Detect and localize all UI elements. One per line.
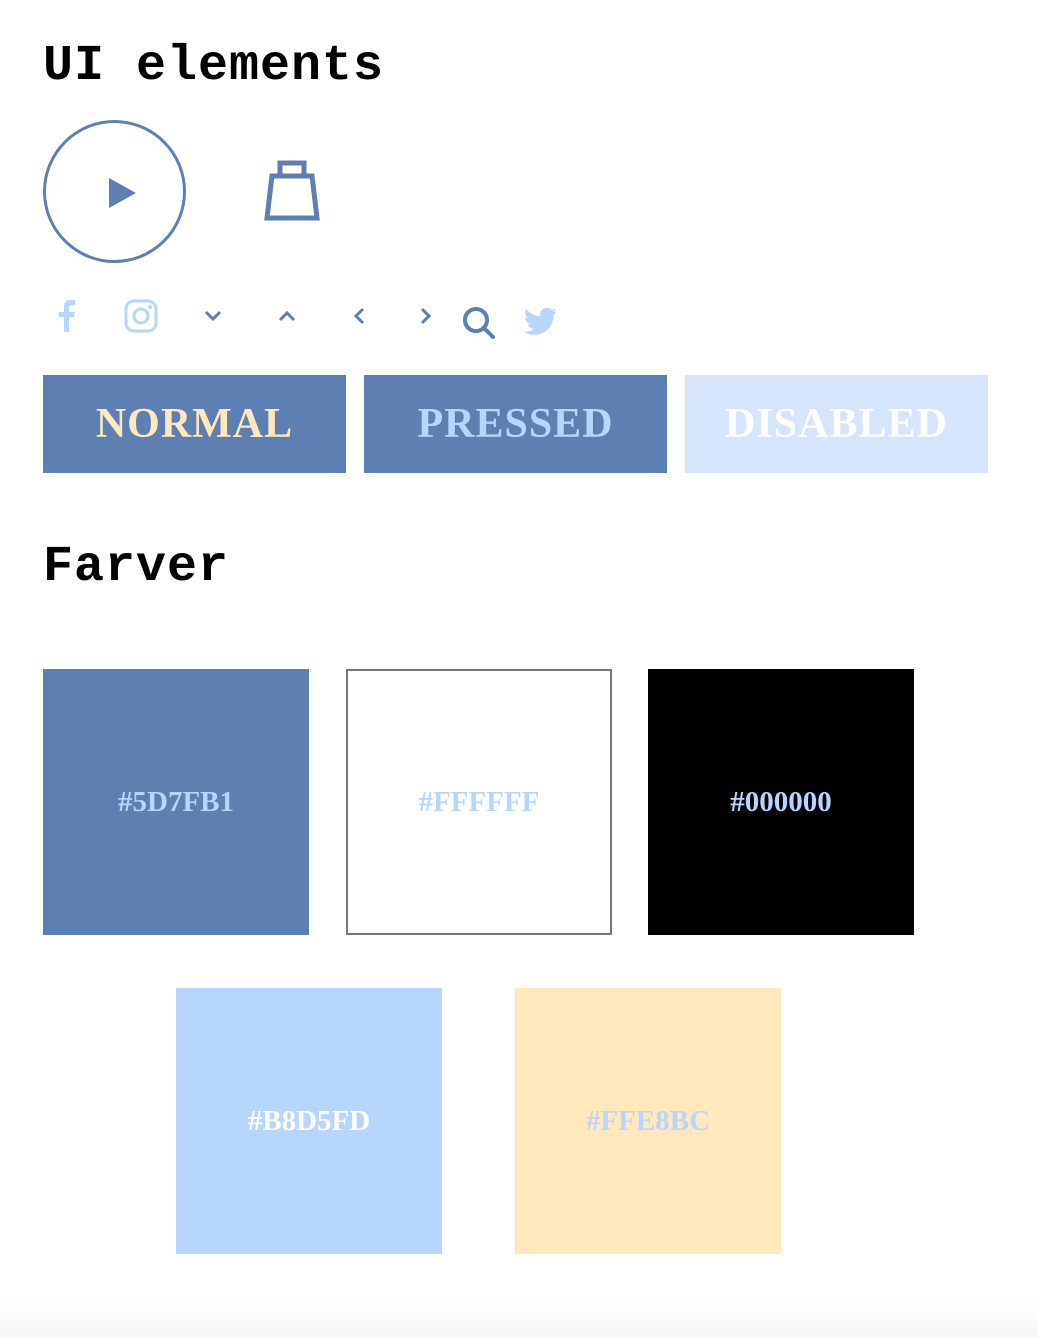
twitter-icon[interactable]: [524, 307, 558, 337]
search-icon[interactable]: [461, 305, 497, 341]
color-swatch: #B8D5FD: [176, 988, 442, 1254]
section-title-colors: Farver: [43, 539, 230, 596]
color-swatch-label: #B8D5FD: [247, 1104, 371, 1137]
shopping-bag-icon[interactable]: [262, 158, 324, 224]
color-swatch: #FFFFFF: [346, 669, 612, 935]
chevron-down-icon[interactable]: [203, 309, 223, 323]
section-title-ui-elements: UI elements: [43, 38, 385, 95]
disabled-button: DISABLED: [685, 375, 988, 473]
play-icon: [109, 178, 136, 208]
color-swatch: #5D7FB1: [43, 669, 309, 935]
chevron-left-icon[interactable]: [352, 306, 366, 326]
color-swatch-label: #5D7FB1: [118, 785, 234, 818]
chevron-right-icon[interactable]: [419, 306, 433, 326]
color-swatch-label: #000000: [730, 785, 832, 818]
color-swatch-label: #FFE8BC: [585, 1104, 711, 1137]
color-swatch: #000000: [648, 669, 914, 935]
page-footer-band: [0, 1300, 1038, 1338]
chevron-up-icon[interactable]: [277, 309, 297, 323]
instagram-icon[interactable]: [124, 299, 158, 333]
pressed-button[interactable]: PRESSED: [364, 375, 667, 473]
color-swatch-label: #FFFFFF: [418, 785, 540, 818]
normal-button[interactable]: NORMAL: [43, 375, 346, 473]
play-button[interactable]: [43, 120, 186, 263]
color-swatch: #FFE8BC: [515, 988, 781, 1254]
facebook-icon[interactable]: [55, 298, 79, 334]
